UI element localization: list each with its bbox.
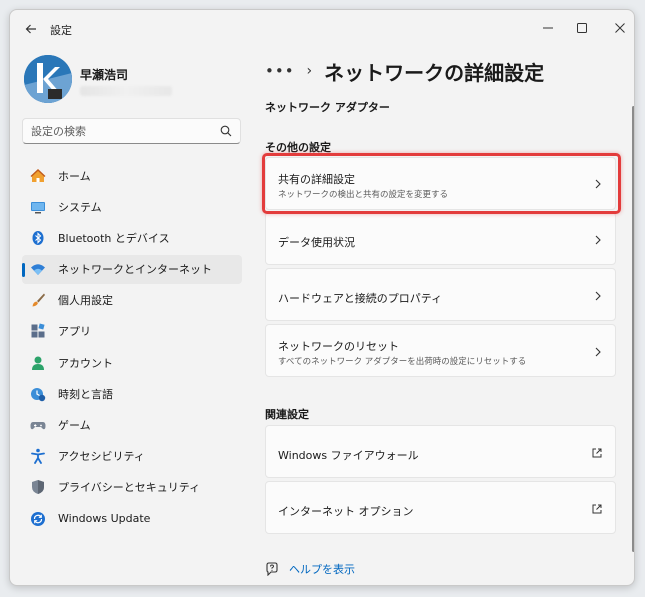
section-other-settings: その他の設定 [265,141,331,154]
chevron-right-icon [595,235,601,245]
back-button[interactable] [22,20,40,38]
card-hardware-properties[interactable]: ハードウェアと接続のプロパティ [265,268,616,321]
section-related-settings: 関連設定 [265,408,309,421]
card-advanced-sharing[interactable]: 共有の詳細設定 ネットワークの検出と共有の設定を変更する [265,157,616,210]
chevron-right-icon [595,347,601,357]
chevron-right-icon [595,179,601,189]
wifi-icon [30,261,46,277]
shield-icon [30,479,46,495]
windows-update-icon [30,511,46,527]
sidebar-nav: ホーム システム Bluetooth とデバイス ネットワークとインターネット … [22,161,242,535]
title-bar: 設定 [10,10,634,48]
account-icon [30,355,46,371]
sidebar-item-gaming[interactable]: ゲーム [22,411,242,440]
help-icon [266,562,278,576]
external-link-icon [592,504,602,514]
sidebar-item-accounts[interactable]: アカウント [22,348,242,377]
sidebar-item-label: 時刻と言語 [58,387,113,401]
avatar[interactable] [24,55,72,103]
sidebar-item-label: Bluetooth とデバイス [58,231,170,245]
gamepad-icon [30,417,46,433]
brush-icon [30,292,46,308]
sidebar-item-system[interactable]: システム [22,192,242,221]
sidebar-item-bluetooth[interactable]: Bluetooth とデバイス [22,223,242,252]
app-title: 設定 [50,24,72,37]
sidebar-item-time-language[interactable]: 時刻と言語 [22,379,242,408]
card-windows-firewall[interactable]: Windows ファイアウォール [265,425,616,478]
bluetooth-icon [30,230,46,246]
card-subtitle: すべてのネットワーク アダプターを出荷時の設定にリセットする [278,357,527,367]
chevron-right-icon [595,291,601,301]
page-title: ネットワークの詳細設定 [324,60,545,85]
sidebar-item-label: ネットワークとインターネット [58,263,212,277]
sidebar-item-personalization[interactable]: 個人用設定 [22,286,242,315]
sidebar-item-label: システム [58,200,102,214]
sidebar-item-label: アカウント [58,356,113,370]
card-title: Windows ファイアウォール [278,449,419,462]
help-row: ヘルプを表示 [265,561,355,577]
maximize-icon [577,23,587,33]
sidebar-item-label: アクセシビリティ [58,450,145,464]
external-link-icon [592,448,602,458]
card-title: 共有の詳細設定 [278,173,355,186]
sidebar-item-accessibility[interactable]: アクセシビリティ [22,442,242,471]
card-internet-options[interactable]: インターネット オプション [265,481,616,534]
close-button[interactable] [600,14,634,42]
search-icon[interactable] [220,125,232,137]
sidebar-item-home[interactable]: ホーム [22,161,242,190]
card-title: データ使用状況 [278,236,355,249]
time-language-icon [30,386,46,402]
card-title: ハードウェアと接続のプロパティ [278,292,443,305]
minimize-icon [543,27,553,29]
scrollbar-thumb[interactable] [632,106,634,552]
accessibility-icon [30,448,46,465]
profile-email-redacted [80,86,172,96]
sidebar-item-label: アプリ [58,325,91,339]
card-data-usage[interactable]: データ使用状況 [265,212,616,265]
breadcrumb-more-button[interactable]: ••• [265,62,295,80]
close-icon [615,23,625,33]
sidebar-item-label: ホーム [58,169,91,183]
search-input[interactable] [31,123,211,140]
card-title: ネットワークのリセット [278,340,399,353]
back-arrow-icon [25,24,36,34]
breadcrumb: ••• › ネットワークの詳細設定 [265,56,544,86]
settings-window: 設定 早瀬浩司 ホーム [9,9,635,586]
sidebar-item-network[interactable]: ネットワークとインターネット [22,254,242,284]
sidebar-item-label: プライバシーとセキュリティ [58,481,201,495]
home-icon [30,168,46,184]
maximize-button[interactable] [562,14,602,42]
sidebar-item-label: ゲーム [58,419,91,432]
system-icon [30,199,46,215]
breadcrumb-separator: › [306,63,313,79]
sidebar-item-windows-update[interactable]: Windows Update [22,504,242,533]
card-network-reset[interactable]: ネットワークのリセット すべてのネットワーク アダプターを出荷時の設定にリセット… [265,324,616,377]
apps-icon [30,323,46,339]
card-subtitle: ネットワークの検出と共有の設定を変更する [278,190,449,200]
card-title: インターネット オプション [278,505,414,518]
sidebar-item-label: 個人用設定 [58,294,113,308]
help-link[interactable]: ヘルプを表示 [289,561,355,577]
sidebar-item-apps[interactable]: アプリ [22,317,242,346]
search-box[interactable] [22,118,241,144]
profile-name: 早瀬浩司 [80,68,129,82]
sidebar-item-label: Windows Update [58,512,151,526]
section-network-adapters: ネットワーク アダプター [265,101,390,114]
sidebar-item-privacy[interactable]: プライバシーとセキュリティ [22,473,242,502]
